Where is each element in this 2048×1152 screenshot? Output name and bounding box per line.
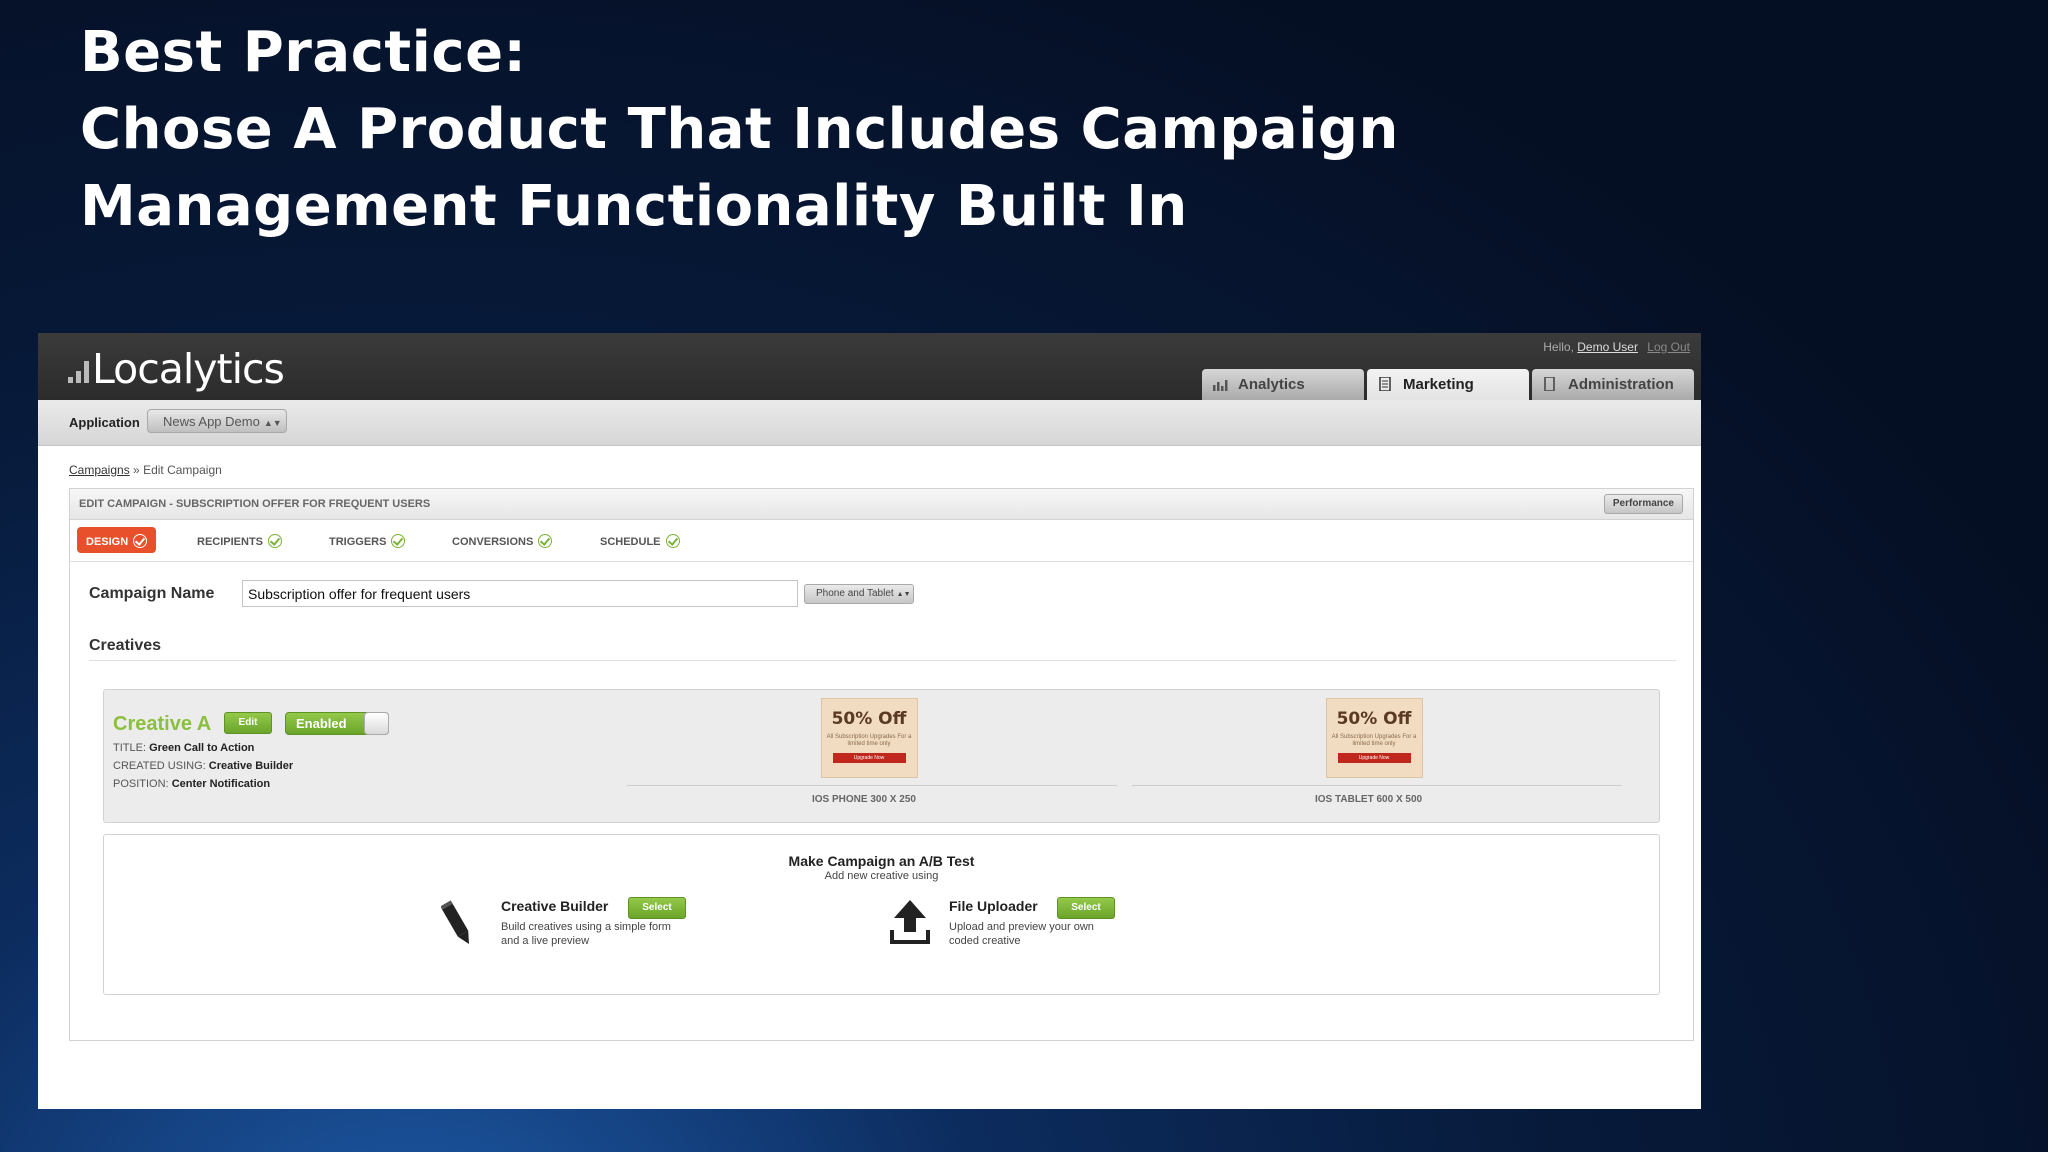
campaign-name-label: Campaign Name [89, 585, 215, 602]
logo-text: Localytics [92, 345, 285, 393]
divider [627, 785, 1117, 786]
step-conversions-label: CONVERSIONS [452, 536, 534, 548]
toggle-label: Enabled [296, 716, 347, 731]
phone-preview-label: IOS PHONE 300 X 250 [812, 794, 916, 805]
user-name-link[interactable]: Demo User [1577, 340, 1638, 354]
check-circle-icon [665, 534, 680, 548]
tab-analytics[interactable]: Analytics [1202, 369, 1364, 400]
step-design[interactable]: DESIGN [77, 527, 157, 553]
top-bar: Localytics Hello, Demo User Log Out Anal… [38, 333, 1701, 400]
creative-builder-title: Creative Builder [501, 898, 609, 914]
phone-preview[interactable]: 50% Off All Subscription Upgrades For a … [819, 698, 919, 778]
breadcrumb-current: Edit Campaign [143, 463, 222, 477]
tablet-preview-label: IOS TABLET 600 X 500 [1315, 794, 1423, 805]
creatives-heading: Creatives [89, 637, 162, 654]
bar-chart-icon [1213, 380, 1228, 391]
application-select[interactable]: News App Demo ▲▼ [147, 409, 287, 433]
meta-title: TITLE: Green Call to Action [113, 742, 254, 754]
ad-cta: Upgrade Now [1337, 753, 1411, 763]
breadcrumb-separator: » [133, 463, 140, 477]
ad-thumbnail: 50% Off All Subscription Upgrades For a … [1325, 698, 1423, 778]
step-triggers[interactable]: TRIGGERS [320, 527, 414, 553]
divider [1132, 785, 1622, 786]
creative-builder-description: Build creatives using a simple form and … [501, 921, 671, 947]
ab-test-card: Make Campaign an A/B Test Add new creati… [103, 834, 1660, 995]
application-select-value: News App Demo [163, 414, 260, 429]
tab-administration[interactable]: Administration [1532, 369, 1694, 400]
step-design-label: DESIGN [86, 536, 129, 548]
enabled-toggle[interactable]: Enabled [285, 712, 389, 735]
greeting-text: Hello, [1543, 340, 1574, 354]
toggle-knob[interactable] [364, 712, 389, 735]
tab-marketing[interactable]: Marketing [1367, 369, 1529, 400]
meta-value: Creative Builder [208, 760, 294, 772]
logout-link[interactable]: Log Out [1647, 340, 1690, 354]
check-circle-icon [391, 534, 406, 548]
step-schedule-label: SCHEDULE [600, 536, 661, 548]
application-label: Application [69, 415, 140, 430]
file-uploader-description: Upload and preview your own coded creati… [949, 921, 1094, 947]
slide-title-line-1: Best Practice: [80, 20, 527, 85]
step-triggers-label: TRIGGERS [329, 536, 387, 548]
file-uploader-select-button[interactable]: Select [1057, 897, 1115, 919]
user-links: Hello, Demo User Log Out [1543, 340, 1690, 354]
creative-card: Creative A Edit Enabled TITLE: Green Cal… [103, 689, 1660, 823]
check-circle-icon [268, 534, 283, 548]
ad-headline: 50% Off [1336, 709, 1412, 729]
tab-marketing-label: Marketing [1403, 376, 1474, 393]
wizard-steps: DESIGN RECIPIENTS TRIGGERS CONVERSIONS S… [70, 520, 1693, 562]
tablet-preview[interactable]: 50% Off All Subscription Upgrades For a … [1324, 698, 1424, 778]
step-recipients[interactable]: RECIPIENTS [188, 527, 291, 553]
meta-key: TITLE: [113, 742, 147, 754]
device-select[interactable]: Phone and Tablet ▲▼ [804, 584, 914, 604]
app-screenshot: Localytics Hello, Demo User Log Out Anal… [38, 333, 1701, 1109]
step-recipients-label: RECIPIENTS [197, 536, 264, 548]
pencil-icon [441, 900, 469, 945]
meta-value: Green Call to Action [149, 742, 255, 754]
creative-builder-select-button[interactable]: Select [628, 897, 686, 919]
application-bar: Application News App Demo ▲▼ [38, 400, 1701, 446]
meta-created-using: CREATED USING: Creative Builder [113, 760, 293, 772]
check-circle-icon [538, 534, 553, 548]
meta-key: CREATED USING: [113, 760, 206, 772]
slide-title: Best Practice: Chose A Product That Incl… [80, 14, 1399, 245]
localytics-logo[interactable]: Localytics [68, 345, 285, 393]
breadcrumb-campaigns-link[interactable]: Campaigns [69, 463, 130, 477]
tab-analytics-label: Analytics [1238, 376, 1305, 393]
creative-name: Creative A [113, 713, 212, 735]
select-arrows-icon: ▲▼ [263, 418, 282, 428]
slide-title-line-3: Management Functionality Built In [80, 174, 1188, 239]
ab-test-title: Make Campaign an A/B Test [788, 853, 975, 869]
slide-title-line-2: Chose A Product That Includes Campaign [80, 97, 1399, 162]
step-schedule[interactable]: SCHEDULE [591, 527, 689, 553]
breadcrumb: Campaigns » Edit Campaign [69, 463, 222, 477]
select-arrows-icon: ▲▼ [896, 591, 911, 598]
ad-thumbnail: 50% Off All Subscription Upgrades For a … [820, 698, 918, 778]
ad-subtext: All Subscription Upgrades For a limited … [826, 734, 912, 747]
meta-position: POSITION: Center Notification [113, 778, 270, 790]
edit-creative-button[interactable]: Edit [224, 712, 272, 734]
divider [89, 660, 1676, 661]
ab-test-subtitle: Add new creative using [824, 870, 939, 882]
panel-title: EDIT CAMPAIGN - SUBSCRIPTION OFFER FOR F… [79, 498, 431, 510]
panel-header: EDIT CAMPAIGN - SUBSCRIPTION OFFER FOR F… [70, 489, 1693, 520]
ad-subtext: All Subscription Upgrades For a limited … [1331, 734, 1417, 747]
tab-administration-label: Administration [1568, 376, 1674, 393]
meta-value: Center Notification [171, 778, 271, 790]
tablet-icon [1544, 377, 1555, 391]
ad-headline: 50% Off [831, 709, 907, 729]
upload-icon [890, 900, 930, 944]
meta-key: POSITION: [113, 778, 169, 790]
step-conversions[interactable]: CONVERSIONS [443, 527, 561, 553]
performance-button[interactable]: Performance [1603, 494, 1683, 514]
check-circle-icon [133, 534, 148, 548]
device-select-value: Phone and Tablet [816, 588, 894, 599]
document-icon [1379, 377, 1391, 391]
file-uploader-title: File Uploader [949, 898, 1038, 914]
edit-campaign-panel: EDIT CAMPAIGN - SUBSCRIPTION OFFER FOR F… [69, 488, 1694, 1041]
ad-cta: Upgrade Now [832, 753, 906, 763]
campaign-name-input[interactable] [242, 580, 798, 607]
logo-bars-icon [68, 361, 89, 383]
